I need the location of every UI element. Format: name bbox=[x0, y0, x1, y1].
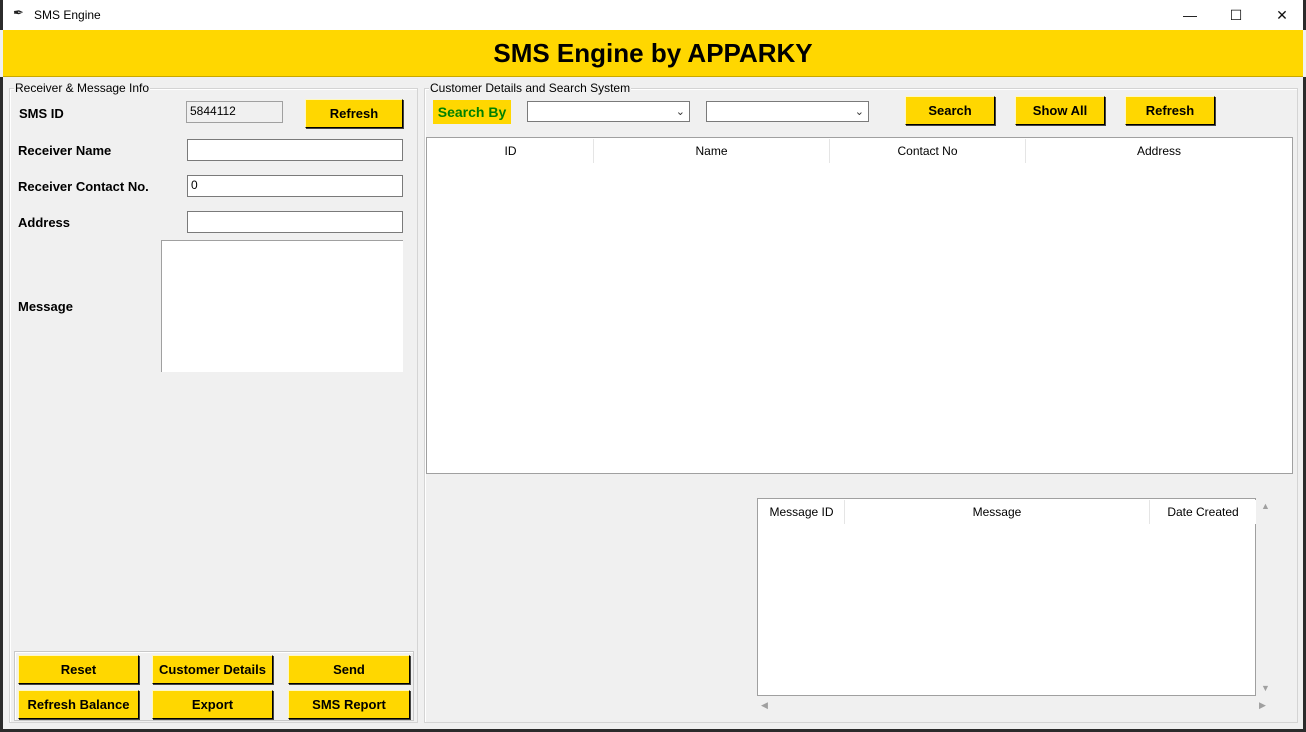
customer-table[interactable]: ID Name Contact No Address bbox=[426, 137, 1293, 474]
chevron-down-icon: ⌄ bbox=[854, 106, 864, 118]
search-field-combobox[interactable]: ⌄ bbox=[527, 101, 690, 122]
search-by-label: Search By bbox=[433, 100, 511, 124]
scroll-left-icon[interactable]: ◀ bbox=[761, 700, 768, 711]
sms-id-field: 5844112 bbox=[186, 101, 283, 123]
scroll-down-icon[interactable]: ▼ bbox=[1261, 683, 1270, 693]
scroll-right-icon[interactable]: ▶ bbox=[1259, 700, 1266, 711]
message-textarea[interactable] bbox=[161, 240, 403, 372]
customer-group-title: Customer Details and Search System bbox=[429, 81, 632, 95]
header-banner: SMS Engine by APPARKY bbox=[3, 30, 1303, 77]
window-title: SMS Engine bbox=[34, 8, 101, 22]
page-title: SMS Engine by APPARKY bbox=[493, 38, 813, 68]
receiver-group-title: Receiver & Message Info bbox=[14, 81, 151, 95]
sms-id-label: SMS ID bbox=[19, 106, 64, 121]
message-label: Message bbox=[18, 299, 73, 314]
contact-label: Receiver Contact No. bbox=[18, 179, 149, 194]
column-header-address[interactable]: Address bbox=[1026, 139, 1292, 163]
feather-icon: ✒ bbox=[13, 5, 24, 20]
sms-report-button[interactable]: SMS Report bbox=[288, 690, 410, 719]
message-table-header: Message ID Message Date Created bbox=[759, 500, 1256, 524]
search-text-combobox[interactable]: ⌄ bbox=[706, 101, 869, 122]
address-label: Address bbox=[18, 215, 71, 230]
message-table[interactable]: Message ID Message Date Created bbox=[757, 498, 1256, 696]
customer-details-button[interactable]: Customer Details bbox=[152, 655, 273, 684]
export-button[interactable]: Export bbox=[152, 690, 273, 719]
contact-input[interactable]: 0 bbox=[187, 175, 403, 197]
chevron-down-icon: ⌄ bbox=[675, 106, 685, 118]
maximize-button[interactable]: ☐ bbox=[1213, 0, 1259, 30]
reset-button[interactable]: Reset bbox=[18, 655, 139, 684]
sms-id-refresh-button[interactable]: Refresh bbox=[305, 99, 403, 128]
column-header-message-id[interactable]: Message ID bbox=[759, 500, 845, 524]
scroll-up-icon[interactable]: ▲ bbox=[1261, 501, 1270, 511]
column-header-message[interactable]: Message bbox=[845, 500, 1150, 524]
column-header-id[interactable]: ID bbox=[428, 139, 594, 163]
message-table-vertical-scrollbar[interactable]: ▲ ▼ bbox=[1257, 498, 1274, 696]
show-all-button[interactable]: Show All bbox=[1015, 96, 1105, 125]
column-header-contact[interactable]: Contact No bbox=[830, 139, 1026, 163]
receiver-name-label: Receiver Name bbox=[18, 143, 112, 158]
receiver-name-input[interactable] bbox=[187, 139, 403, 161]
customer-table-header: ID Name Contact No Address bbox=[428, 139, 1292, 163]
minimize-button[interactable]: — bbox=[1167, 0, 1213, 30]
title-bar: ✒ SMS Engine — ☐ ✕ bbox=[0, 0, 1306, 30]
send-button[interactable]: Send bbox=[288, 655, 410, 684]
column-header-name[interactable]: Name bbox=[594, 139, 830, 163]
message-table-horizontal-scrollbar[interactable]: ◀ ▶ bbox=[757, 697, 1274, 714]
close-button[interactable]: ✕ bbox=[1259, 0, 1305, 30]
column-header-date-created[interactable]: Date Created bbox=[1150, 500, 1256, 524]
customer-refresh-button[interactable]: Refresh bbox=[1125, 96, 1215, 125]
refresh-balance-button[interactable]: Refresh Balance bbox=[18, 690, 139, 719]
address-input[interactable] bbox=[187, 211, 403, 233]
search-button[interactable]: Search bbox=[905, 96, 995, 125]
